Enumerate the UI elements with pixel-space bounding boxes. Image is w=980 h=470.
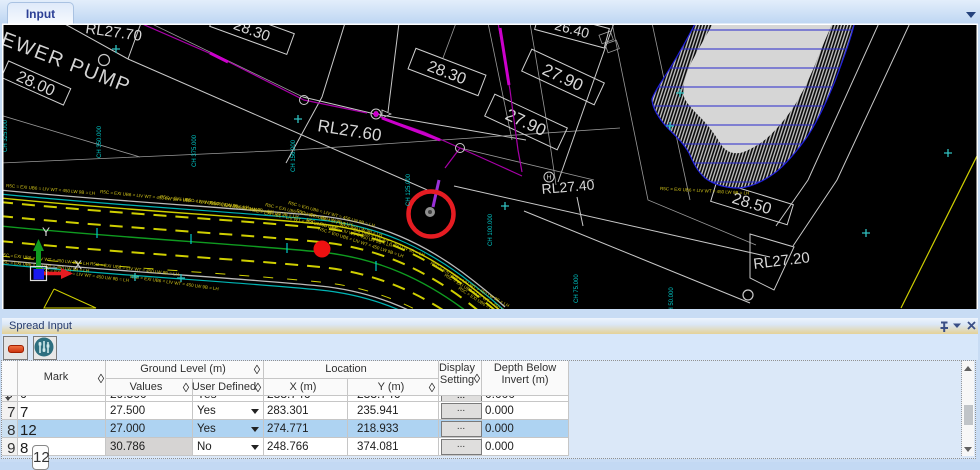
svg-text:H: H xyxy=(546,175,551,182)
svg-text:Y: Y xyxy=(42,225,50,239)
svg-text:CH 350.000: CH 350.000 xyxy=(97,125,103,158)
svg-text:CH 375.000: CH 375.000 xyxy=(192,134,198,167)
svg-text:CH 100.000: CH 100.000 xyxy=(488,213,494,246)
svg-text:CH 125.000: CH 125.000 xyxy=(406,173,412,206)
svg-text:CH 156.000: CH 156.000 xyxy=(291,139,297,172)
svg-text:CH 75.000: CH 75.000 xyxy=(574,274,580,303)
svg-text:X: X xyxy=(74,258,82,272)
svg-text:CH 325.000: CH 325.000 xyxy=(3,119,9,152)
